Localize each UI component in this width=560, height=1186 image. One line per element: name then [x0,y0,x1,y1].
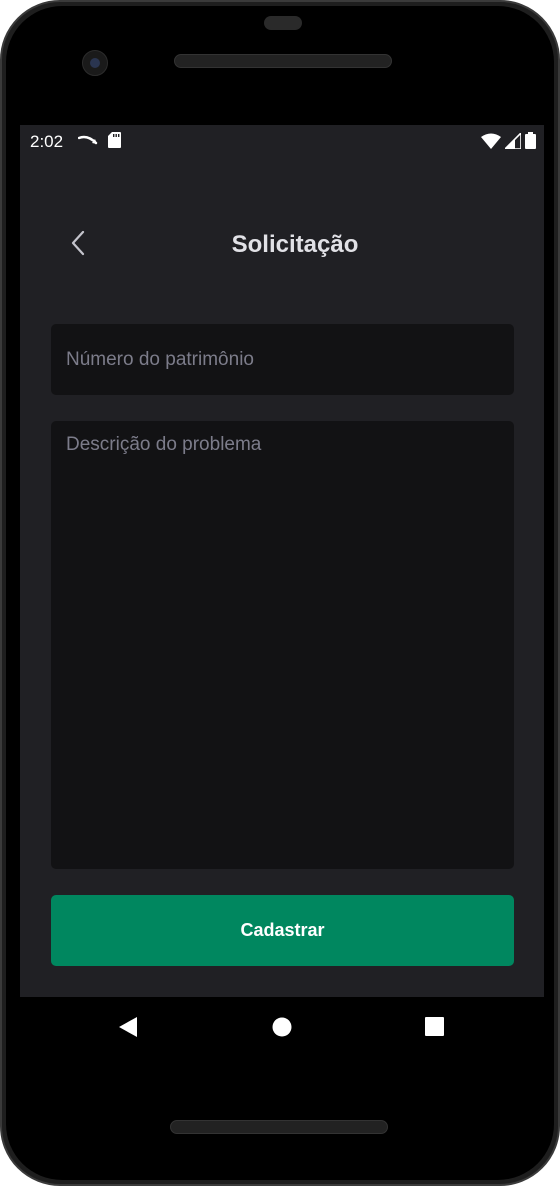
signal-icon [503,130,522,154]
status-left-icons [77,132,121,153]
battery-icon [525,132,536,154]
nav-home-icon [272,1017,292,1042]
app-screen: 2:02 Solicitação Número do patrimônio De… [20,125,544,997]
descricao-textarea[interactable] [51,421,514,869]
front-camera [82,50,108,76]
bottom-speaker [170,1120,388,1134]
patrimonio-input[interactable] [51,324,514,395]
phone-frame: 2:02 Solicitação Número do patrimônio De… [0,0,560,1186]
earpiece-speaker [174,54,392,68]
status-right-icons [481,130,536,154]
sd-card-icon [108,132,121,153]
nav-recents-icon [424,1017,444,1041]
notification-arrow-icon [77,133,98,153]
status-time: 2:02 [30,132,64,151]
nav-home-button[interactable] [268,1015,296,1043]
header: Solicitação [20,221,544,271]
nav-recents-button[interactable] [420,1015,448,1043]
page-title: Solicitação [231,231,359,258]
system-nav-bar [20,997,544,1059]
cadastrar-button[interactable]: Cadastrar [51,895,514,966]
nav-back-button[interactable] [114,1015,142,1043]
phone-sensor [264,16,302,30]
status-bar: 2:02 [20,125,544,157]
wifi-icon [481,133,501,154]
nav-back-icon [118,1016,138,1043]
